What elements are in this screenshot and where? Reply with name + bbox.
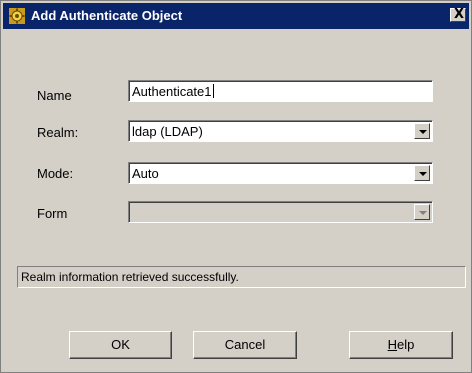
- close-icon: X: [454, 7, 465, 22]
- name-input-value: Authenticate1: [132, 84, 212, 99]
- name-input[interactable]: Authenticate1: [128, 80, 433, 102]
- text-caret: [212, 84, 214, 98]
- chevron-down-icon: [419, 130, 427, 134]
- realm-dropdown-button[interactable]: [414, 123, 430, 139]
- mode-select-value: Auto: [132, 166, 159, 181]
- mode-select[interactable]: Auto: [128, 162, 433, 184]
- mode-dropdown-button[interactable]: [414, 165, 430, 181]
- gold-gear-icon: [9, 8, 25, 24]
- name-label: Name: [37, 88, 72, 103]
- close-button[interactable]: X: [450, 7, 466, 22]
- realm-select[interactable]: ldap (LDAP): [128, 120, 433, 142]
- chevron-down-icon: [419, 211, 427, 215]
- status-message: Realm information retrieved successfully…: [21, 270, 239, 284]
- form-label: Form: [37, 206, 68, 221]
- help-label: elp: [397, 337, 415, 352]
- cancel-button[interactable]: Cancel: [193, 331, 297, 359]
- form-dropdown-button: [414, 204, 430, 220]
- chevron-down-icon: [419, 172, 427, 176]
- realm-label: Realm:: [37, 125, 79, 140]
- ok-button[interactable]: OK: [69, 331, 172, 359]
- title-bar[interactable]: Add Authenticate Object X: [3, 3, 469, 29]
- add-authenticate-object-dialog: Add Authenticate Object X Name Authentic…: [0, 0, 472, 373]
- status-bar: Realm information retrieved successfully…: [17, 266, 466, 288]
- form-select: [128, 201, 433, 223]
- help-button[interactable]: Help: [349, 331, 453, 359]
- dialog-title: Add Authenticate Object: [31, 8, 183, 23]
- mode-label: Mode:: [37, 166, 74, 181]
- realm-select-value: ldap (LDAP): [132, 124, 203, 139]
- help-mnemonic: H: [387, 337, 398, 352]
